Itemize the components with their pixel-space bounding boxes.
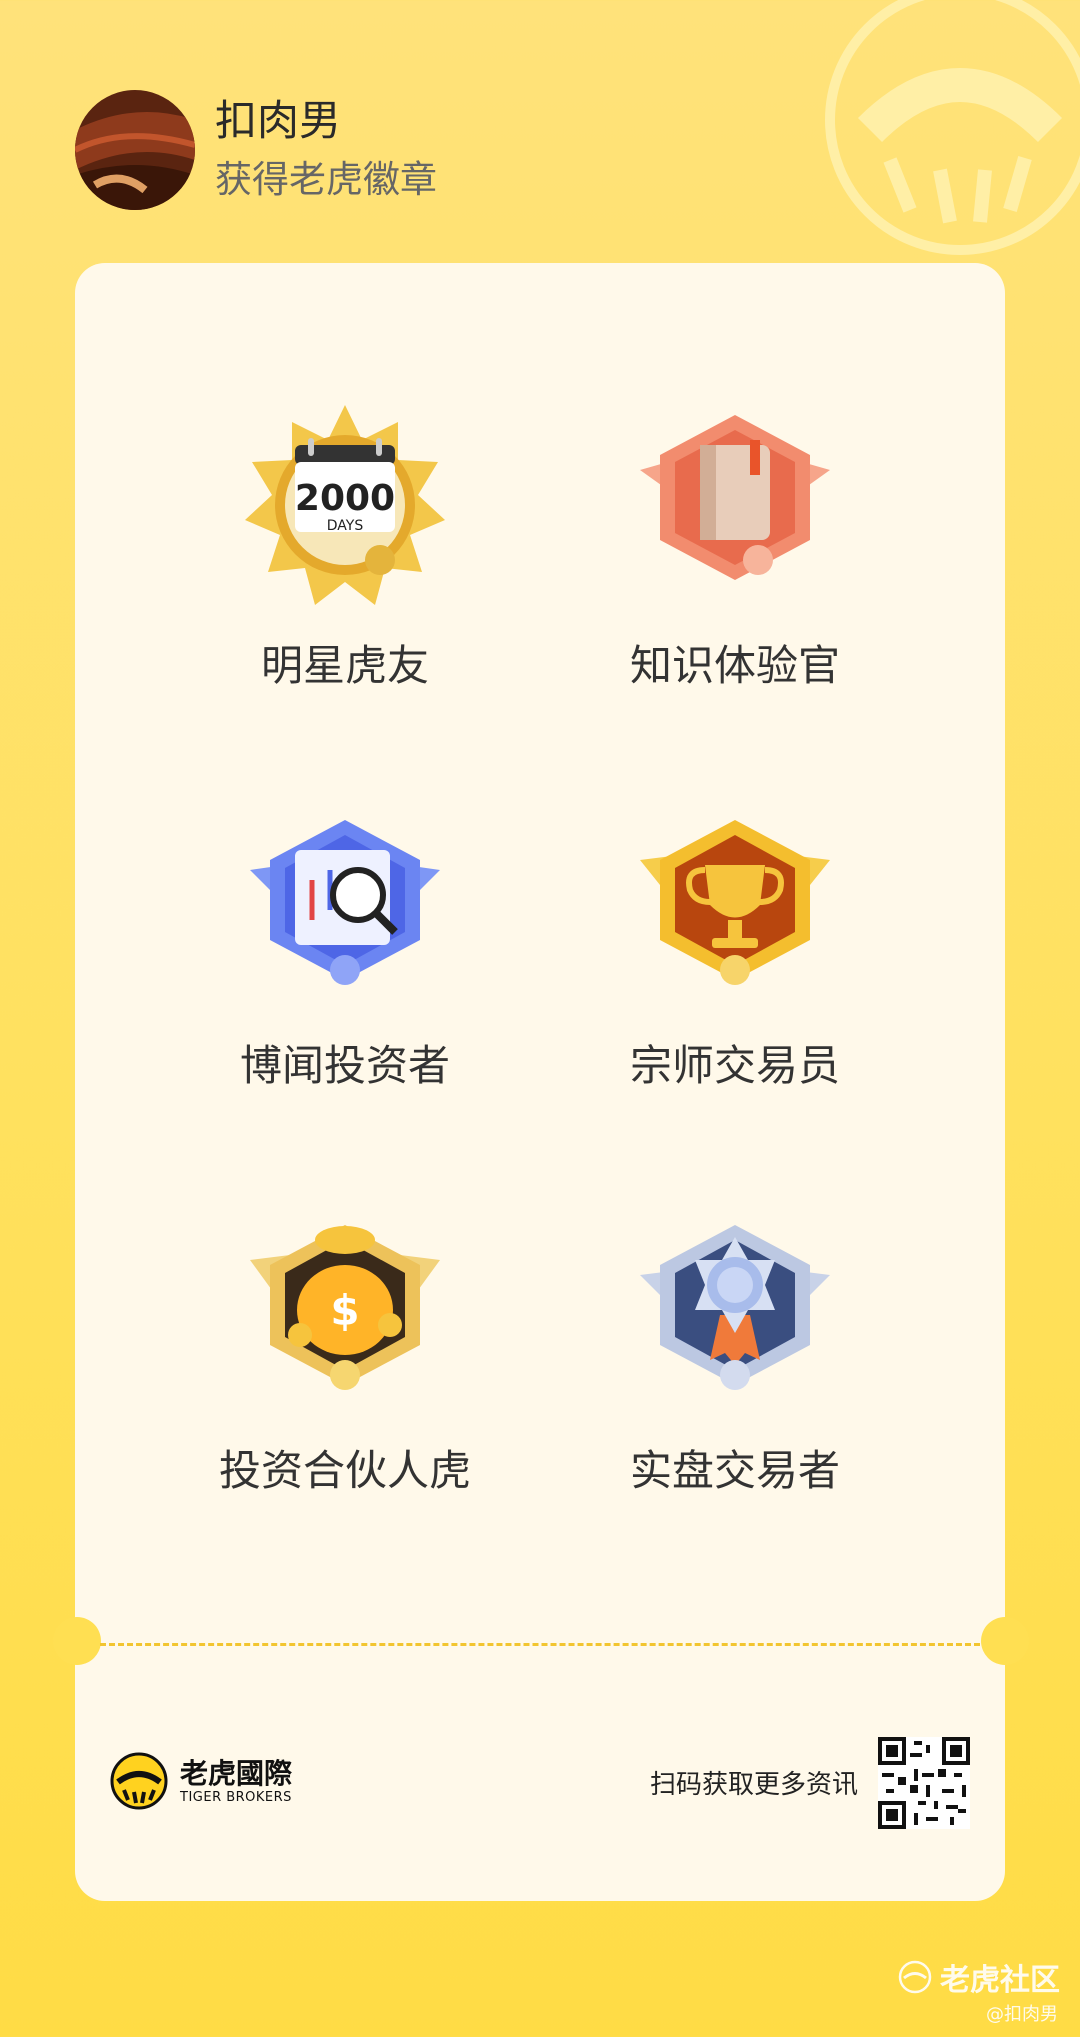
- subtitle: 获得老虎徽章: [215, 158, 437, 201]
- badge-item[interactable]: 2000 DAYS 明星虎友: [215, 400, 475, 693]
- sun-calendar-badge-icon: 2000 DAYS: [245, 405, 445, 605]
- card-notch-left: [53, 1617, 101, 1665]
- card-notch-right: [981, 1617, 1029, 1665]
- qr-code[interactable]: [878, 1737, 970, 1829]
- badge-name: 明星虎友: [260, 641, 429, 690]
- brand-name-en: TIGER BROKERS: [180, 1789, 292, 1805]
- silver-medal-badge-icon: [640, 1225, 830, 1390]
- profile-header: 扣肉男 获得老虎徽章: [75, 90, 437, 210]
- book-badge-icon: [640, 415, 830, 580]
- badge-item[interactable]: 宗师交易员: [605, 810, 865, 1093]
- badge-item[interactable]: 实盘交易者: [605, 1215, 865, 1498]
- scan-prompt: 扫码获取更多资讯: [650, 1770, 859, 1800]
- badge-item[interactable]: 博闻投资者: [215, 810, 475, 1093]
- community-handle: @扣肉男: [986, 2004, 1058, 2025]
- tiger-community-icon: [898, 1960, 932, 1994]
- avatar[interactable]: [75, 90, 195, 210]
- badge-item[interactable]: 知识体验官: [605, 400, 865, 693]
- community-watermark: 老虎社区: [898, 1955, 1060, 1999]
- badge-name: 投资合伙人虎: [218, 1446, 471, 1495]
- community-title: 老虎社区: [940, 1963, 1060, 1998]
- svg-text:2000: 2000: [295, 478, 395, 519]
- badge-name: 博闻投资者: [239, 1041, 450, 1090]
- magnifier-chart-badge-icon: [250, 820, 440, 985]
- tiger-logo-icon: [110, 1752, 168, 1810]
- background-tiger-circle-decoration: [825, 0, 1080, 255]
- badge-item[interactable]: $ 投资合伙人虎: [215, 1215, 475, 1498]
- username: 扣肉男: [215, 96, 342, 145]
- badge-name: 知识体验官: [629, 641, 840, 690]
- tiger-brokers-logo: 老虎國際 TIGER BROKERS: [110, 1752, 292, 1810]
- brand-name-cn: 老虎國際: [180, 1756, 293, 1790]
- trophy-badge-icon: [640, 820, 830, 985]
- dashed-divider: [100, 1643, 980, 1646]
- badge-name: 宗师交易员: [629, 1041, 840, 1090]
- svg-text:DAYS: DAYS: [327, 518, 364, 534]
- money-bag-tiger-badge-icon: $: [250, 1225, 440, 1390]
- svg-text:$: $: [330, 1286, 359, 1335]
- badge-name: 实盘交易者: [629, 1446, 840, 1495]
